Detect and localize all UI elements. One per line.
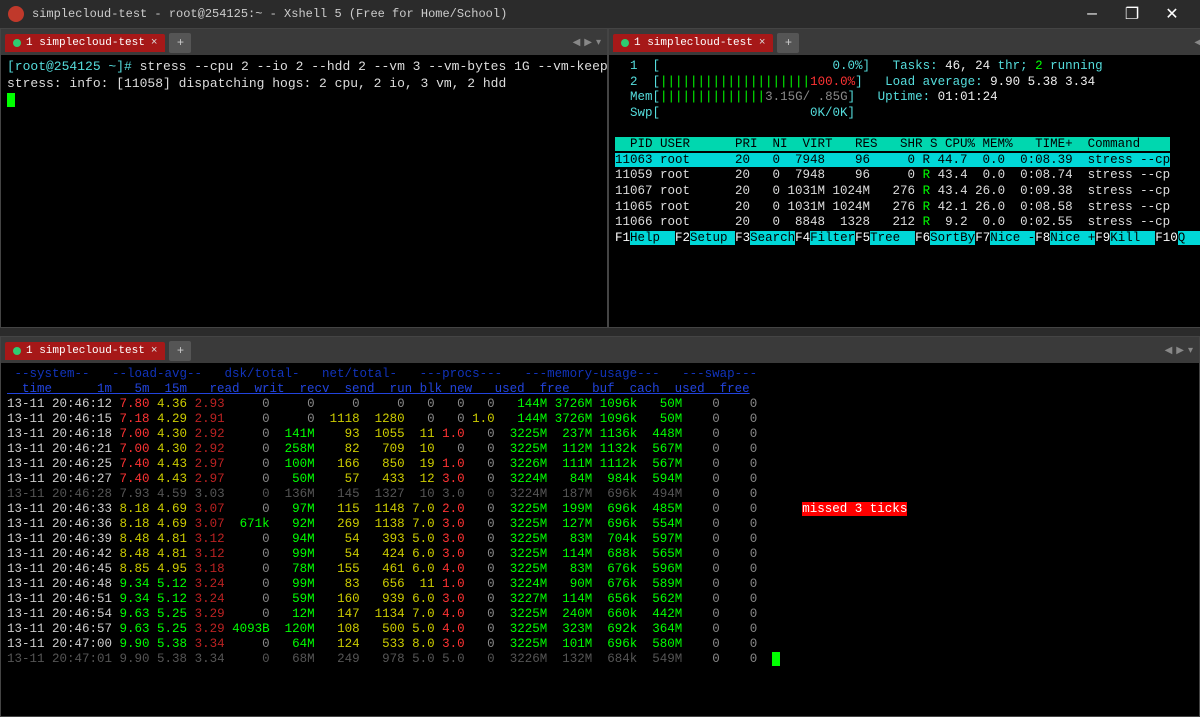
dstat-row: 13-11 20:46:12 7.80 4.36 2.93 0 0 0 0 0 … xyxy=(7,397,757,411)
tab-label: 1 simplecloud-test xyxy=(634,37,753,49)
cursor-icon xyxy=(7,93,15,107)
window-title: simplecloud-test - root@254125:~ - Xshel… xyxy=(32,7,1072,21)
tabstrip: 1 simplecloud-test × + ◀ ▶ ▾ xyxy=(1,29,607,55)
dstat-row: 13-11 20:46:25 7.40 4.43 2.97 0 100M 166… xyxy=(7,457,757,471)
dstat-row: 13-11 20:47:00 9.90 5.38 3.34 0 64M 124 … xyxy=(7,637,757,651)
dstat-row: 13-11 20:46:42 8.48 4.81 3.12 0 99M 54 4… xyxy=(7,547,757,561)
tab-label: 1 simplecloud-test xyxy=(26,37,145,49)
fkey-nice +[interactable]: Nice + xyxy=(1050,231,1095,245)
app-icon xyxy=(8,6,24,22)
htop-fkeys: F1Help F2Setup F3SearchF4FilterF5Tree F6… xyxy=(615,231,1200,245)
close-button[interactable]: ✕ xyxy=(1152,4,1192,24)
cursor-icon xyxy=(772,652,780,666)
dstat-row: 13-11 20:46:45 8.85 4.95 3.18 0 78M 155 … xyxy=(7,562,757,576)
dstat-row: 13-11 20:46:51 9.34 5.12 3.24 0 59M 160 … xyxy=(7,592,757,606)
tab-session[interactable]: 1 simplecloud-test × xyxy=(5,342,165,360)
htop-header: PID USER PRI NI VIRT RES SHR S CPU% MEM%… xyxy=(615,137,1170,151)
dstat-row: 13-11 20:46:15 7.18 4.29 2.91 0 0 1118 1… xyxy=(7,412,757,426)
pane-stress: 1 simplecloud-test × + ◀ ▶ ▾ [root@25412… xyxy=(0,28,608,328)
fkey-setup[interactable]: Setup xyxy=(690,231,735,245)
status-dot-icon xyxy=(13,39,21,47)
dstat-row: 13-11 20:47:01 9.90 5.38 3.34 0 68M 249 … xyxy=(7,652,780,666)
htop-row[interactable]: 11066 root 20 0 8848 1328 212 R 9.2 0.0 … xyxy=(615,215,1170,229)
terminal-htop[interactable]: 1 [ 0.0%] Tasks: 46, 24 thr; 2 running 2… xyxy=(609,55,1200,327)
dstat-row: 13-11 20:46:39 8.48 4.81 3.12 0 94M 54 3… xyxy=(7,532,757,546)
dstat-alert: missed 3 ticks xyxy=(802,502,907,516)
dstat-row: 13-11 20:46:27 7.40 4.43 2.97 0 50M 57 4… xyxy=(7,472,757,486)
terminal-dstat[interactable]: --system-- --load-avg-- dsk/total- net/t… xyxy=(1,363,1199,716)
dstat-row: 13-11 20:46:57 9.63 5.25 3.29 4093B 120M… xyxy=(7,622,757,636)
add-tab-button[interactable]: + xyxy=(777,33,799,53)
tab-nav-menu[interactable]: ▾ xyxy=(594,37,603,49)
tab-session[interactable]: 1 simplecloud-test × xyxy=(5,34,165,52)
tab-label: 1 simplecloud-test xyxy=(26,345,145,357)
fkey-tree[interactable]: Tree xyxy=(870,231,915,245)
minimize-button[interactable]: — xyxy=(1072,5,1112,23)
dstat-row: 13-11 20:46:48 9.34 5.12 3.24 0 99M 83 6… xyxy=(7,577,757,591)
tab-session[interactable]: 1 simplecloud-test × xyxy=(613,34,773,52)
htop-row[interactable]: 11063 root 20 0 7948 96 0 R 44.7 0.0 0:0… xyxy=(615,153,1170,167)
tab-nav-left[interactable]: ◀ xyxy=(1163,345,1175,357)
add-tab-button[interactable]: + xyxy=(169,341,191,361)
fkey-filter[interactable]: Filter xyxy=(810,231,855,245)
tab-close-icon[interactable]: × xyxy=(151,37,158,49)
fkey-search[interactable]: Search xyxy=(750,231,795,245)
dstat-row: 13-11 20:46:28 7.93 4.59 3.03 0 136M 145… xyxy=(7,487,757,501)
tab-nav-left[interactable]: ◀ xyxy=(571,37,583,49)
fkey-nice -[interactable]: Nice - xyxy=(990,231,1035,245)
htop-row[interactable]: 11059 root 20 0 7948 96 0 R 43.4 0.0 0:0… xyxy=(615,168,1170,182)
tab-close-icon[interactable]: × xyxy=(151,345,158,357)
add-tab-button[interactable]: + xyxy=(169,33,191,53)
fkey-sortby[interactable]: SortBy xyxy=(930,231,975,245)
dstat-row: 13-11 20:46:21 7.00 4.30 2.92 0 258M 82 … xyxy=(7,442,757,456)
dstat-row: 13-11 20:46:18 7.00 4.30 2.92 0 141M 93 … xyxy=(7,427,757,441)
tab-nav-right[interactable]: ▶ xyxy=(1174,345,1186,357)
dstat-row: 13-11 20:46:36 8.18 4.69 3.07 671k 92M 2… xyxy=(7,517,757,531)
pane-dstat: 1 simplecloud-test × + ◀ ▶ ▾ --system-- … xyxy=(0,336,1200,717)
htop-row[interactable]: 11067 root 20 0 1031M 1024M 276 R 43.4 2… xyxy=(615,184,1170,198)
tabstrip: 1 simplecloud-test × + ◀ ▶ ▾ xyxy=(1,337,1199,363)
status-dot-icon xyxy=(13,347,21,355)
window-titlebar: simplecloud-test - root@254125:~ - Xshel… xyxy=(0,0,1200,28)
tab-nav-left[interactable]: ◀ xyxy=(1192,37,1200,49)
maximize-button[interactable]: ❐ xyxy=(1112,4,1152,24)
pane-htop: 1 simplecloud-test × + ◀ ▶ ▾ 1 [ 0.0%] T… xyxy=(608,28,1200,328)
dstat-row: 13-11 20:46:33 8.18 4.69 3.07 0 97M 115 … xyxy=(7,502,907,516)
terminal-stress[interactable]: [root@254125 ~]# stress --cpu 2 --io 2 -… xyxy=(1,55,607,327)
tab-nav-menu[interactable]: ▾ xyxy=(1186,345,1195,357)
tab-nav-right[interactable]: ▶ xyxy=(582,37,594,49)
dstat-row: 13-11 20:46:54 9.63 5.25 3.29 0 12M 147 … xyxy=(7,607,757,621)
tabstrip: 1 simplecloud-test × + ◀ ▶ ▾ xyxy=(609,29,1200,55)
htop-row[interactable]: 11065 root 20 0 1031M 1024M 276 R 42.1 2… xyxy=(615,200,1170,214)
fkey-q[interactable]: Q xyxy=(1178,231,1200,245)
fkey-kill[interactable]: Kill xyxy=(1110,231,1155,245)
fkey-help[interactable]: Help xyxy=(630,231,675,245)
tab-close-icon[interactable]: × xyxy=(759,37,766,49)
status-dot-icon xyxy=(621,39,629,47)
